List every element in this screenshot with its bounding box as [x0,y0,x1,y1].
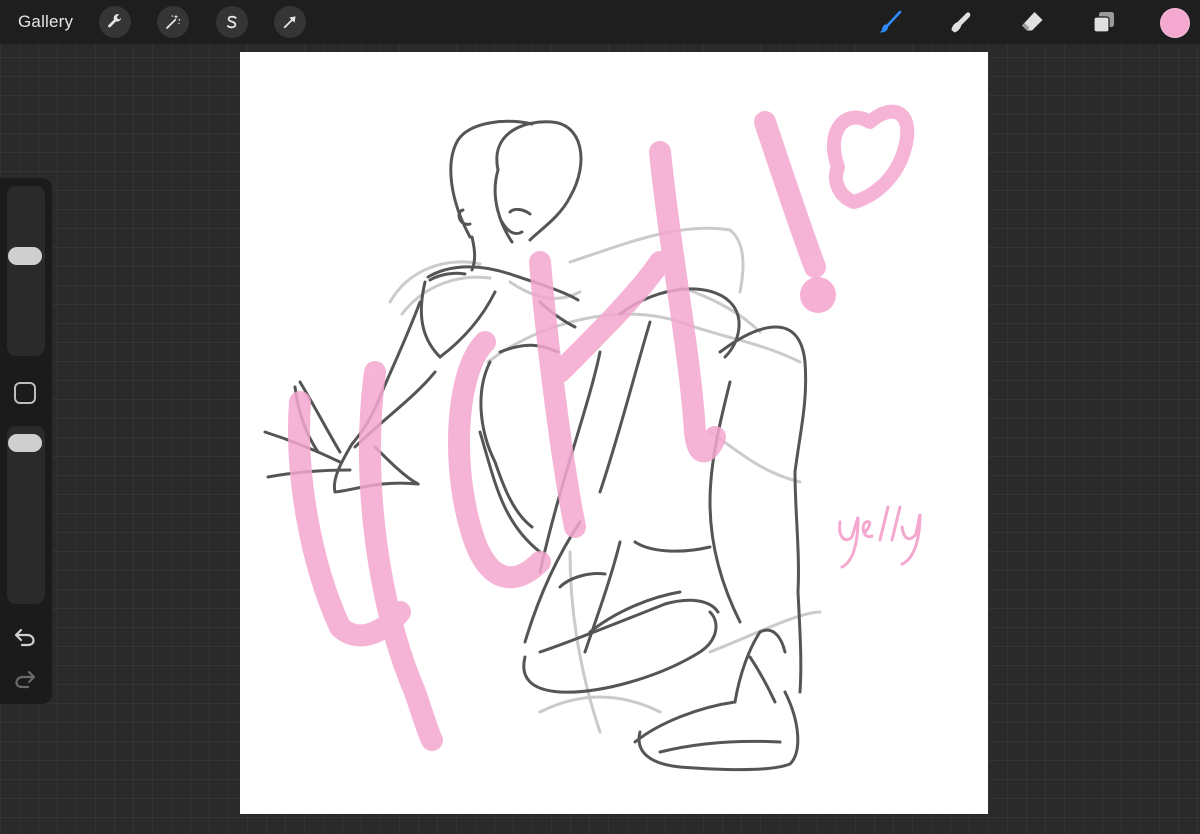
brush-icon [879,10,902,33]
top-toolbar: Gallery [0,0,1200,44]
opacity-slider[interactable] [7,426,45,604]
magic-wand-icon [166,14,181,29]
selection-s-icon [226,15,237,29]
layers-button[interactable] [1089,7,1119,37]
ych-lettering [288,104,915,751]
left-sidebar [0,178,52,704]
smudge-tool-button[interactable] [946,7,976,37]
eraser-icon [1022,12,1043,31]
arm-upper [378,300,422,399]
artwork [263,104,922,772]
brush-size-slider[interactable] [7,186,45,356]
brush-tool-button[interactable] [875,7,905,37]
letter-h-left [529,251,586,538]
color-picker-button[interactable] [1160,8,1190,38]
square-modify-icon[interactable] [14,382,36,404]
wrench-icon [108,14,122,28]
selection-button[interactable] [216,6,248,38]
smudge-finger-icon [951,12,971,33]
head-outline [495,120,583,242]
gallery-button[interactable]: Gallery [18,12,73,32]
transform-button[interactable] [274,6,306,38]
redo-icon[interactable] [12,666,38,692]
adjustments-button[interactable] [157,6,189,38]
brush-size-thumb[interactable] [8,246,42,265]
figure-sketch [263,119,808,772]
procreate-app: Gallery [0,0,1200,834]
actions-button[interactable] [99,6,131,38]
eraser-tool-button[interactable] [1017,7,1047,37]
opacity-thumb[interactable] [8,434,42,452]
signature-yelly [838,505,922,569]
layers-icon [1093,12,1114,33]
letter-y-right [358,361,443,751]
exclamation-stroke [754,111,826,278]
drawing-canvas[interactable] [240,52,988,814]
undo-icon[interactable] [12,624,38,650]
exclamation-dot [800,277,836,313]
arrow-cursor-icon [283,16,296,29]
letter-y-left [288,391,351,638]
letter-h-right [649,141,726,463]
